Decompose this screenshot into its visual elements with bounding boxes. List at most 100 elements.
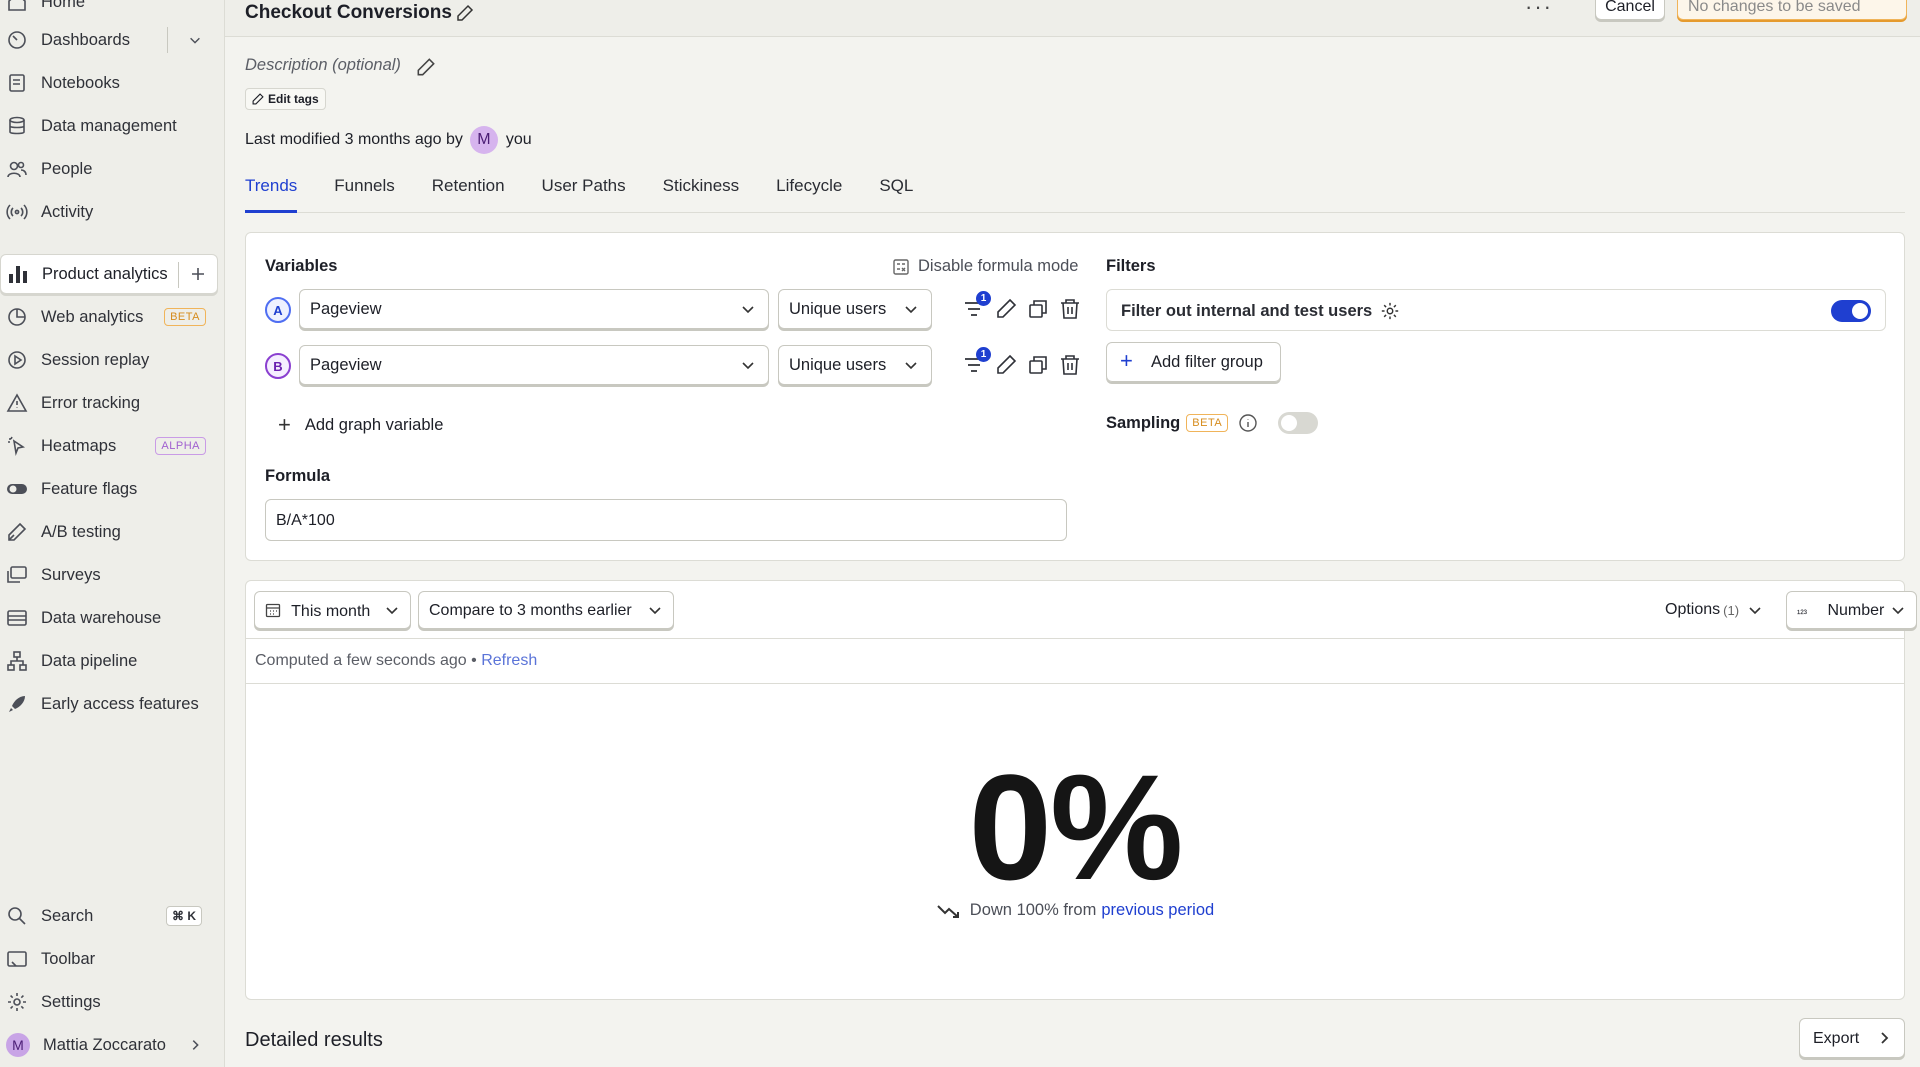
search-icon — [6, 905, 28, 927]
pie-chart-icon — [6, 306, 28, 328]
disable-formula-button[interactable]: Disable formula mode — [892, 257, 1079, 276]
sidebar-item-error-tracking[interactable]: Error tracking — [0, 383, 218, 423]
chevron-down-icon — [740, 301, 756, 317]
sidebar-item-dashboards[interactable]: Dashboards — [0, 20, 218, 60]
display-type-select[interactable]: ¹²³ Number — [1786, 591, 1917, 629]
chevron-down-icon — [903, 357, 919, 373]
sidebar-item-settings[interactable]: Settings — [0, 982, 218, 1022]
sidebar-item-people[interactable]: People — [0, 149, 218, 189]
add-filter-group-button[interactable]: + Add filter group — [1106, 342, 1281, 382]
internal-filter-label: Filter out internal and test users — [1121, 301, 1373, 320]
duplicate-icon[interactable] — [1026, 353, 1050, 377]
insight-tabs: Trends Funnels Retention User Paths Stic… — [245, 176, 1905, 213]
tab-stickiness[interactable]: Stickiness — [663, 176, 740, 213]
sidebar-item-early-access[interactable]: Early access features — [0, 684, 218, 724]
sidebar-item-web-analytics[interactable]: Web analytics BETA — [0, 297, 218, 337]
description-field[interactable]: Description (optional) — [245, 56, 401, 75]
rocket-icon — [6, 693, 28, 715]
sidebar-item-data-pipeline[interactable]: Data pipeline — [0, 641, 218, 681]
compare-select[interactable]: Compare to 3 months earlier — [418, 591, 674, 629]
trend-text: Down 100% from — [969, 901, 1097, 919]
refresh-link[interactable]: Refresh — [481, 652, 537, 669]
event-select[interactable]: Pageview — [299, 289, 769, 329]
event-select[interactable]: Pageview — [299, 345, 769, 385]
series-actions: 1 — [962, 291, 1090, 321]
previous-period-link[interactable]: previous period — [1101, 901, 1214, 920]
pencil-icon[interactable] — [455, 3, 475, 23]
add-variable-label: Add graph variable — [304, 415, 444, 434]
sidebar-item-surveys[interactable]: Surveys — [0, 555, 218, 595]
pencil-icon[interactable] — [415, 56, 437, 78]
math-select[interactable]: Unique users — [778, 345, 932, 385]
formula-input[interactable]: B/A*100 — [265, 499, 1067, 541]
sidebar-item-session-replay[interactable]: Session replay — [0, 340, 218, 380]
trash-icon[interactable] — [1058, 297, 1082, 321]
sidebar-item-notebooks[interactable]: Notebooks — [0, 63, 218, 103]
tab-funnels[interactable]: Funnels — [334, 176, 394, 213]
sidebar-item-user[interactable]: M Mattia Zoccarato — [0, 1025, 218, 1065]
sidebar-item-activity[interactable]: Activity — [0, 192, 218, 232]
top-bar: Cheсkout Conversions ··· Cancel No chang… — [225, 0, 1920, 37]
pencil-icon[interactable] — [994, 353, 1018, 377]
add-filter-group-label: Add filter group — [1151, 353, 1263, 371]
edit-tags-button[interactable]: Edit tags — [245, 88, 326, 110]
pencil-icon[interactable] — [994, 297, 1018, 321]
trash-icon[interactable] — [1058, 353, 1082, 377]
plus-icon: + — [278, 412, 291, 437]
filter-icon[interactable]: 1 — [962, 347, 991, 377]
sidebar-item-data-management[interactable]: Data management — [0, 106, 218, 146]
query-editor: Variables Disable formula mode A Pagevie… — [245, 232, 1905, 561]
activity-icon — [6, 201, 28, 223]
info-icon[interactable] — [1238, 413, 1258, 433]
gauge-icon — [6, 29, 28, 51]
filter-icon[interactable]: 1 — [962, 291, 991, 321]
sidebar-item-toolbar[interactable]: Toolbar — [0, 939, 218, 979]
options-button[interactable]: Options (1) — [1665, 601, 1763, 619]
divider — [167, 27, 168, 53]
sidebar-item-ab-testing[interactable]: A/B testing — [0, 512, 218, 552]
avatar: M — [469, 126, 498, 154]
calendar-icon — [265, 602, 281, 618]
event-value: Pageview — [310, 356, 382, 374]
tab-user-paths[interactable]: User Paths — [542, 176, 626, 213]
sidebar-item-search[interactable]: Search ⌘ K — [0, 896, 218, 936]
tab-trends[interactable]: Trends — [245, 176, 298, 213]
chevron-down-icon — [1890, 602, 1906, 618]
internal-filter-toggle[interactable] — [1831, 300, 1871, 322]
chevron-right-icon — [1876, 1030, 1892, 1046]
save-button[interactable]: No changes to be saved — [1677, 0, 1907, 20]
sidebar-item-label: A/B testing — [41, 522, 121, 541]
sampling-toggle[interactable] — [1278, 412, 1319, 434]
modified-by: you — [505, 131, 532, 148]
internal-filter-text: Filter out internal and test users — [1121, 301, 1400, 321]
sidebar-item-feature-flags[interactable]: Feature flags — [0, 469, 218, 509]
math-select[interactable]: Unique users — [778, 289, 932, 329]
options-count: (1) — [1723, 602, 1740, 618]
sidebar-item-product-analytics[interactable]: Product analytics — [0, 254, 218, 294]
add-graph-variable-button[interactable]: + Add graph variable — [278, 412, 443, 438]
duplicate-icon[interactable] — [1026, 297, 1050, 321]
tab-sql[interactable]: SQL — [879, 176, 913, 213]
tab-lifecycle[interactable]: Lifecycle — [776, 176, 842, 213]
sidebar-item-label: People — [41, 159, 93, 178]
filter-count-badge: 1 — [976, 291, 991, 306]
series-letter-a: A — [265, 297, 291, 323]
plus-icon[interactable] — [187, 263, 209, 285]
notebook-icon — [6, 72, 28, 94]
sidebar-item-data-warehouse[interactable]: Data warehouse — [0, 598, 218, 638]
sampling-label: Sampling — [1106, 413, 1181, 432]
sidebar-item-heatmaps[interactable]: Heatmaps ALPHA — [0, 426, 218, 466]
cancel-button[interactable]: Cancel — [1595, 0, 1665, 20]
tab-retention[interactable]: Retention — [432, 176, 505, 213]
trending-down-icon — [936, 902, 962, 920]
pencil-icon — [251, 92, 265, 106]
sidebar-item-label: Early access features — [41, 694, 199, 713]
date-range-select[interactable]: This month — [254, 591, 411, 629]
cursor-icon — [6, 435, 28, 457]
export-button[interactable]: Export — [1799, 1018, 1905, 1058]
more-button[interactable]: ··· — [1525, 0, 1553, 20]
page-title[interactable]: Cheсkout Conversions — [245, 2, 452, 24]
sidebar-item-home[interactable]: Home — [0, 0, 218, 22]
chevron-down-icon[interactable] — [184, 29, 206, 51]
gear-icon[interactable] — [1380, 301, 1400, 321]
